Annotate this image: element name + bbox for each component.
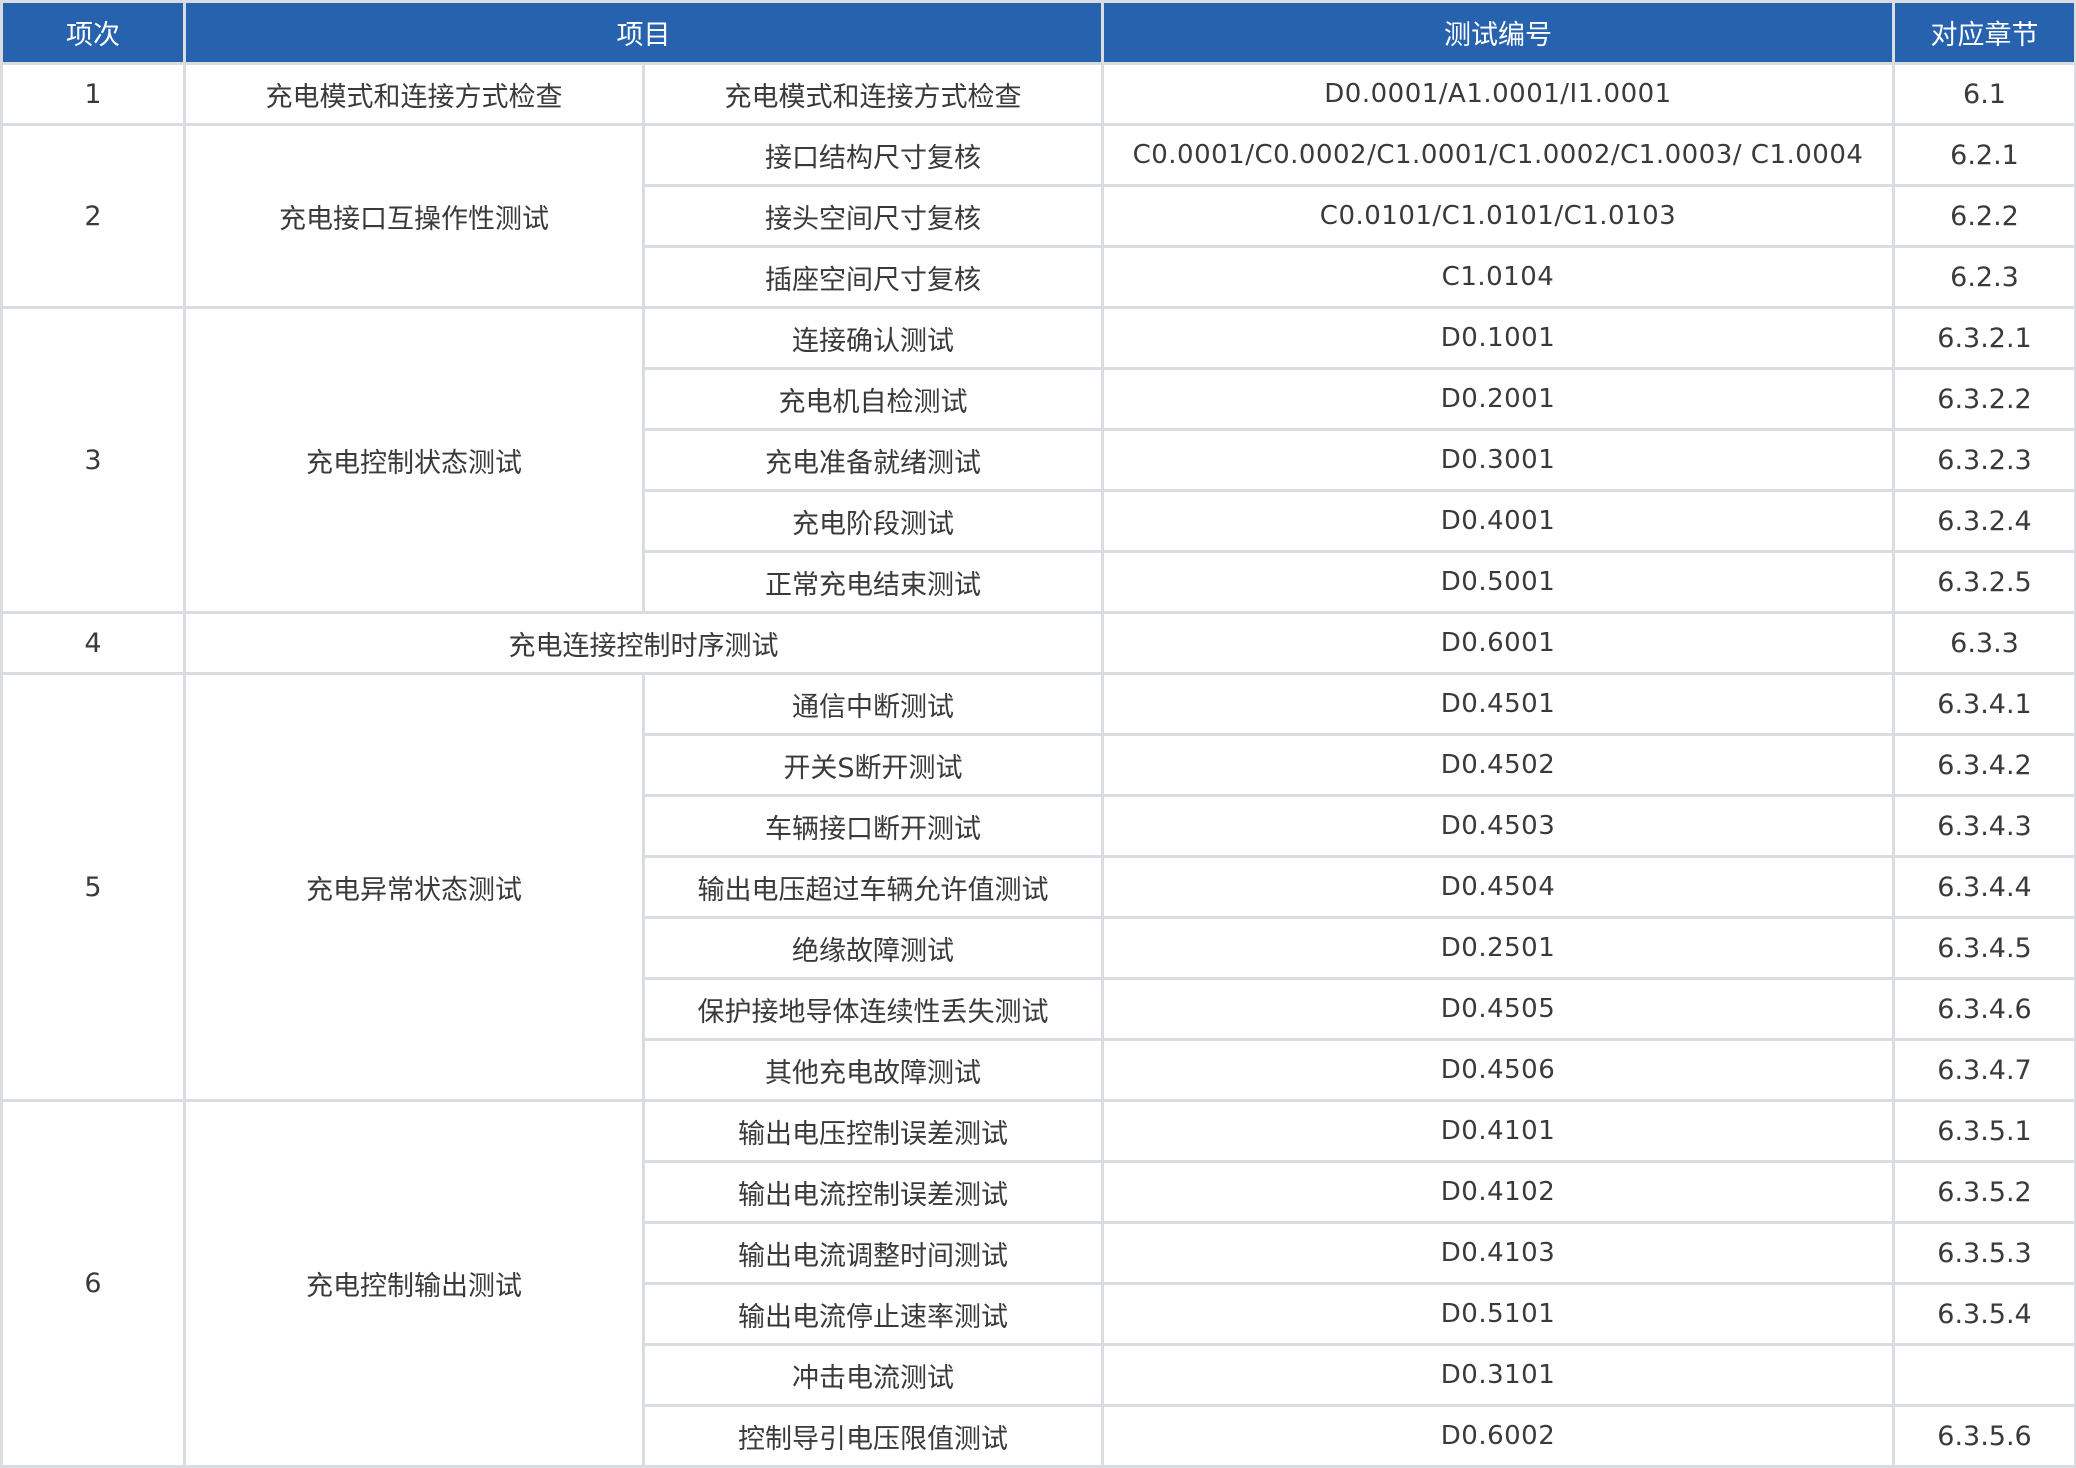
test-code: C0.0001/C0.0002/C1.0001/C1.0002/C1.0003/…: [1101, 123, 1895, 187]
test-code: D0.3101: [1101, 1343, 1895, 1407]
test-code: D0.2501: [1101, 916, 1895, 980]
item-number: 3: [0, 306, 186, 614]
sub-item: 充电机自检测试: [642, 367, 1104, 431]
section-number: 6.3.2.3: [1892, 428, 2076, 492]
item-number: 4: [0, 611, 186, 675]
section-number: 6.3.2.4: [1892, 489, 2076, 553]
header-row: 项次 项目 测试编号 对应章节: [0, 0, 2076, 65]
sub-item: 控制导引电压限值测试: [642, 1404, 1104, 1468]
sub-item: 开关S断开测试: [642, 733, 1104, 797]
sub-item: 其他充电故障测试: [642, 1038, 1104, 1102]
section-number: 6.3.4.2: [1892, 733, 2076, 797]
header-item: 项目: [183, 0, 1104, 65]
test-items-table: 项次 项目 测试编号 对应章节 1 充电模式和连接方式检查 充电模式和连接方式检查 D…: [0, 0, 2076, 1468]
item-category: 充电异常状态测试: [183, 672, 645, 1102]
test-code: D0.5001: [1101, 550, 1895, 614]
sub-item: 输出电流停止速率测试: [642, 1282, 1104, 1346]
section-number: [1892, 1343, 2076, 1407]
test-code: D0.4103: [1101, 1221, 1895, 1285]
section-number: 6.3.5.1: [1892, 1099, 2076, 1163]
item-category: 充电模式和连接方式检查: [183, 62, 645, 126]
item-category: 充电控制输出测试: [183, 1099, 645, 1468]
sub-item: 充电模式和连接方式检查: [642, 62, 1104, 126]
test-code: C0.0101/C1.0101/C1.0103: [1101, 184, 1895, 248]
table-row: 4 充电连接控制时序测试 D0.6001 6.3.3: [0, 611, 2076, 675]
test-code: D0.4506: [1101, 1038, 1895, 1102]
item-category: 充电控制状态测试: [183, 306, 645, 614]
section-number: 6.1: [1892, 62, 2076, 126]
sub-item: 接头空间尺寸复核: [642, 184, 1104, 248]
table-row: 2 充电接口互操作性测试 接口结构尺寸复核 C0.0001/C0.0002/C1.00…: [0, 123, 2076, 309]
section-number: 6.3.2.1: [1892, 306, 2076, 370]
header-test-id: 测试编号: [1101, 0, 1895, 65]
test-code: D0.6001: [1101, 611, 1895, 675]
section-number: 6.3.5.6: [1892, 1404, 2076, 1468]
header-section: 对应章节: [1892, 0, 2076, 65]
section-number: 6.3.5.2: [1892, 1160, 2076, 1224]
item-number: 2: [0, 123, 186, 309]
section-number: 6.3.5.4: [1892, 1282, 2076, 1346]
section-number: 6.2.3: [1892, 245, 2076, 309]
sub-item: 冲击电流测试: [642, 1343, 1104, 1407]
section-number: 6.3.4.1: [1892, 672, 2076, 736]
test-code: D0.4102: [1101, 1160, 1895, 1224]
item-number: 5: [0, 672, 186, 1102]
item-number: 1: [0, 62, 186, 126]
test-code: D0.4503: [1101, 794, 1895, 858]
sub-item: 充电准备就绪测试: [642, 428, 1104, 492]
section-number: 6.3.2.5: [1892, 550, 2076, 614]
header-index: 项次: [0, 0, 186, 65]
test-code: C1.0104: [1101, 245, 1895, 309]
sub-item: 输出电流调整时间测试: [642, 1221, 1104, 1285]
table-row: 5 充电异常状态测试 通信中断测试 D0.4501 6.3.4.1: [0, 672, 2076, 1102]
item-category: 充电接口互操作性测试: [183, 123, 645, 309]
sub-item: 保护接地导体连续性丢失测试: [642, 977, 1104, 1041]
test-code: D0.5101: [1101, 1282, 1895, 1346]
sub-item: 连接确认测试: [642, 306, 1104, 370]
table-body: 1 充电模式和连接方式检查 充电模式和连接方式检查 D0.0001/A1.0001/I…: [0, 62, 2076, 1468]
test-code: D0.4101: [1101, 1099, 1895, 1163]
section-number: 6.3.4.6: [1892, 977, 2076, 1041]
test-code: D0.4502: [1101, 733, 1895, 797]
item-category: 充电连接控制时序测试: [183, 611, 1104, 675]
sub-item: 接口结构尺寸复核: [642, 123, 1104, 187]
test-code: D0.2001: [1101, 367, 1895, 431]
section-number: 6.3.4.5: [1892, 916, 2076, 980]
test-code: D0.4001: [1101, 489, 1895, 553]
sub-item: 通信中断测试: [642, 672, 1104, 736]
section-number: 6.2.1: [1892, 123, 2076, 187]
sub-item: 插座空间尺寸复核: [642, 245, 1104, 309]
section-number: 6.3.4.4: [1892, 855, 2076, 919]
sub-item: 输出电压控制误差测试: [642, 1099, 1104, 1163]
section-number: 6.3.3: [1892, 611, 2076, 675]
test-code: D0.0001/A1.0001/I1.0001: [1101, 62, 1895, 126]
test-code: D0.4505: [1101, 977, 1895, 1041]
sub-item: 充电阶段测试: [642, 489, 1104, 553]
test-code: D0.1001: [1101, 306, 1895, 370]
table-row: 6 充电控制输出测试 输出电压控制误差测试 D0.4101 6.3.5.1: [0, 1099, 2076, 1468]
section-number: 6.3.4.7: [1892, 1038, 2076, 1102]
section-number: 6.3.2.2: [1892, 367, 2076, 431]
test-code: D0.6002: [1101, 1404, 1895, 1468]
sub-item: 绝缘故障测试: [642, 916, 1104, 980]
table-row: 3 充电控制状态测试 连接确认测试 D0.1001 6.3.2.1: [0, 306, 2076, 614]
sub-item: 输出电流控制误差测试: [642, 1160, 1104, 1224]
section-number: 6.3.5.3: [1892, 1221, 2076, 1285]
section-number: 6.2.2: [1892, 184, 2076, 248]
sub-item: 车辆接口断开测试: [642, 794, 1104, 858]
sub-item: 输出电压超过车辆允许值测试: [642, 855, 1104, 919]
test-code: D0.4504: [1101, 855, 1895, 919]
table-row: 1 充电模式和连接方式检查 充电模式和连接方式检查 D0.0001/A1.0001/I…: [0, 62, 2076, 126]
test-code: D0.4501: [1101, 672, 1895, 736]
section-number: 6.3.4.3: [1892, 794, 2076, 858]
sub-item: 正常充电结束测试: [642, 550, 1104, 614]
test-code: D0.3001: [1101, 428, 1895, 492]
item-number: 6: [0, 1099, 186, 1468]
